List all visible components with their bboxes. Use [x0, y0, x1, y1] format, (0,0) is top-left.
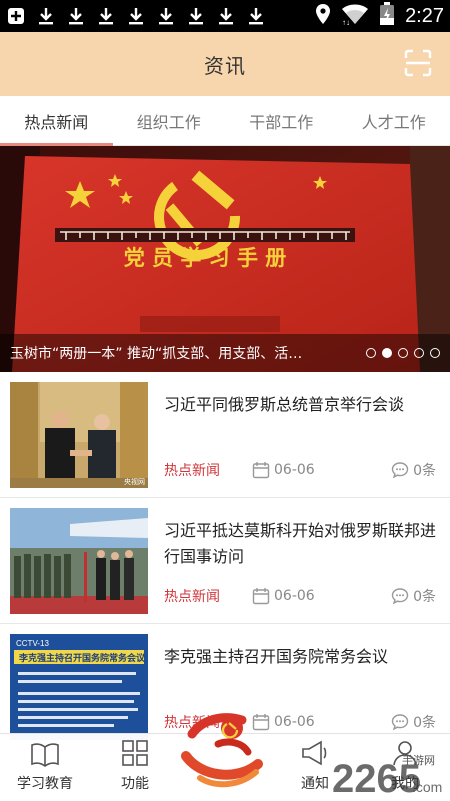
party-emblem-logo [181, 713, 263, 788]
carousel-dot[interactable] [366, 348, 376, 358]
download-icon [246, 6, 265, 26]
download-icon [186, 6, 205, 26]
location-icon [315, 3, 331, 29]
tab-hot-news[interactable]: 热点新闻 [0, 96, 113, 146]
carousel-dot[interactable] [398, 348, 408, 358]
news-comments[interactable]: 0条 [391, 712, 436, 732]
battery-charging-icon [379, 2, 395, 30]
news-thumbnail: CCTV-13 李克强主持召开国务院常务会议 [10, 634, 148, 740]
megaphone-icon [302, 740, 327, 766]
comment-icon [391, 588, 409, 605]
nav-label: 学习教育 [17, 776, 73, 792]
wifi-icon: ↑↓ [341, 3, 369, 29]
news-thumbnail: 央视网 [10, 382, 148, 488]
news-comments[interactable]: 0条 [391, 460, 436, 480]
calendar-icon [252, 462, 270, 479]
news-date-text: 06-06 [274, 588, 315, 604]
news-meta: 热点新闻 06-06 0条 [164, 460, 436, 480]
download-icon [36, 6, 55, 26]
status-bar: ↑↓ 2:27 [0, 0, 450, 32]
scan-button[interactable] [404, 49, 432, 77]
nav-functions[interactable]: 功能 [90, 734, 180, 801]
svg-text:李克强主持召开国务院常务会议: 李克强主持召开国务院常务会议 [18, 652, 146, 664]
carousel-dot[interactable] [430, 348, 440, 358]
banner-carousel[interactable]: 党 员 学 习 手 册 玉树市“两册一本” 推动“抓支部、用支部、活… [0, 146, 450, 372]
news-date-text: 06-06 [274, 714, 315, 730]
scan-icon [404, 49, 432, 77]
news-date: 06-06 [252, 461, 372, 479]
carousel-dot[interactable] [414, 348, 424, 358]
book-icon [31, 743, 59, 767]
nav-label: 我的 [391, 776, 419, 792]
news-meta: 热点新闻 06-06 0条 [164, 586, 436, 606]
book-title: 党 员 学 习 手 册 [124, 246, 287, 270]
download-icon [96, 6, 115, 26]
news-comments[interactable]: 0条 [391, 586, 436, 606]
news-comment-count: 0条 [413, 715, 436, 731]
nav-home-center[interactable] [180, 713, 270, 801]
user-icon [393, 741, 417, 766]
bottom-navigation: 学习教育 功能 通知 我的 [0, 713, 450, 801]
app-header: 资讯 [0, 32, 450, 96]
notification-icons [6, 6, 265, 26]
news-thumbnail [10, 508, 148, 614]
tab-talent-work[interactable]: 人才工作 [338, 96, 450, 145]
download-icon [216, 6, 235, 26]
svg-text:↑↓: ↑↓ [342, 18, 350, 25]
tab-organization-work[interactable]: 组织工作 [113, 96, 226, 145]
tab-cadre-work[interactable]: 干部工作 [225, 96, 338, 145]
carousel-indicator [366, 348, 440, 358]
news-comment-count: 0条 [413, 589, 436, 605]
news-comment-count: 0条 [413, 463, 436, 479]
news-category: 热点新闻 [164, 589, 220, 605]
app-notification-icon [6, 6, 25, 26]
category-tabs: 热点新闻 组织工作 干部工作 人才工作 [0, 96, 450, 146]
comment-icon [391, 462, 409, 479]
news-title: 李克强主持召开国务院常务会议 [164, 647, 389, 666]
news-item[interactable]: 央视网 习近平同俄罗斯总统普京举行会谈 热点新闻 06-06 0条 [0, 372, 450, 498]
nav-study-education[interactable]: 学习教育 [0, 734, 90, 801]
download-icon [66, 6, 85, 26]
download-icon [156, 6, 175, 26]
system-icons: ↑↓ 2:27 [315, 2, 444, 30]
nav-label: 通知 [301, 776, 329, 792]
banner-caption: 玉树市“两册一本” 推动“抓支部、用支部、活… [0, 334, 450, 372]
news-date-text: 06-06 [274, 462, 315, 478]
svg-text:央视网: 央视网 [124, 477, 145, 486]
news-title: 习近平同俄罗斯总统普京举行会谈 [164, 395, 405, 414]
nav-notifications[interactable]: 通知 [270, 734, 360, 801]
comment-icon [391, 714, 409, 731]
calendar-icon [252, 588, 270, 605]
news-date: 06-06 [252, 587, 372, 605]
download-icon [126, 6, 145, 26]
news-list: 央视网 习近平同俄罗斯总统普京举行会谈 热点新闻 06-06 0条 习近平抵达莫… [0, 372, 450, 750]
page-title: 资讯 [204, 53, 246, 78]
news-item[interactable]: 习近平抵达莫斯科开始对俄罗斯联邦进行国事访问 热点新闻 06-06 0条 [0, 498, 450, 624]
news-title: 习近平抵达莫斯科开始对俄罗斯联邦进行国事访问 [164, 521, 437, 566]
nav-label: 功能 [121, 776, 149, 792]
news-category: 热点新闻 [164, 463, 220, 479]
nav-profile[interactable]: 我的 [360, 734, 450, 801]
svg-text:CCTV-13: CCTV-13 [16, 639, 49, 648]
carousel-dot-active[interactable] [382, 348, 392, 358]
banner-caption-text: 玉树市“两册一本” 推动“抓支部、用支部、活… [10, 346, 303, 362]
grid-icon [122, 740, 148, 766]
status-time: 2:27 [405, 4, 444, 27]
